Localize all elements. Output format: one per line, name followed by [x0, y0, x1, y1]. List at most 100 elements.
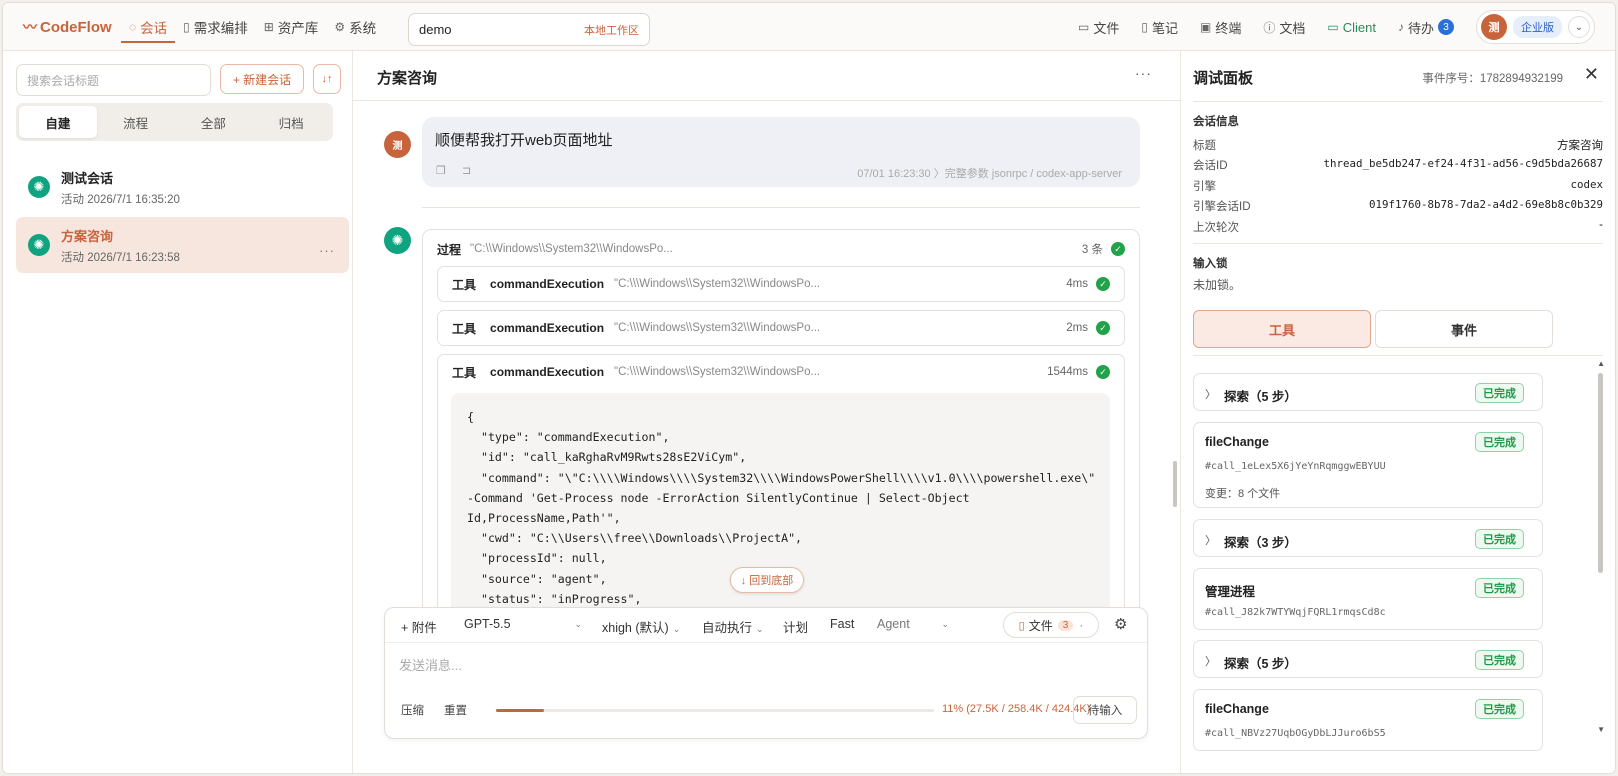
tool-notes[interactable]: ▯ 笔记: [1141, 18, 1178, 37]
tool-kind: 工具: [452, 277, 477, 292]
tab-events[interactable]: 事件: [1375, 310, 1553, 348]
chat-main: 方案咨询 ··· 测 顺便帮我打开web页面地址 ❐ ⊐ 07/01 16:23…: [353, 51, 1180, 773]
openai-icon: ✺: [28, 176, 50, 198]
fast-toggle[interactable]: Fast: [830, 617, 854, 631]
conversation-search-input[interactable]: 搜索会话标题: [16, 64, 211, 96]
check-icon: ✓: [1096, 365, 1110, 379]
chevron-down-icon[interactable]: ⌄: [1568, 16, 1590, 38]
tab-self[interactable]: 自建: [19, 106, 97, 138]
conversation-item[interactable]: ✺ 测试会话 活动 2026/7/1 16:35:20: [16, 159, 349, 215]
conversation-filter-tabs: 自建 流程 全部 归档: [16, 103, 333, 141]
conversation-item-active[interactable]: ✺ 方案咨询 活动 2026/7/1 16:23:58 ···: [16, 217, 349, 273]
check-icon: ✓: [1111, 242, 1125, 256]
tool-name: commandExecution: [490, 277, 605, 291]
process-count: 3 条: [1081, 244, 1103, 256]
file-icon: ▯: [1018, 619, 1025, 632]
tool-card[interactable]: 〉探索（5 步） 已完成: [1193, 373, 1543, 411]
scroll-to-bottom-button[interactable]: ↓ 回到底部: [730, 567, 804, 593]
more-icon[interactable]: ···: [319, 243, 335, 258]
workspace-selector[interactable]: demo 本地工作区: [408, 13, 650, 46]
tool-label: 文档: [1279, 20, 1306, 36]
settings-gear-icon[interactable]: ⚙: [1114, 615, 1127, 633]
message-meta[interactable]: 07/01 16:23:30 〉完整参数 jsonrpc / codex-app…: [857, 165, 1122, 181]
send-button[interactable]: 待输入: [1073, 696, 1137, 724]
process-header[interactable]: 过程 "C:\\Windows\\System32\\WindowsPo... …: [437, 238, 1125, 260]
tool-card[interactable]: 〉探索（3 步） 已完成: [1193, 519, 1543, 557]
reset-button[interactable]: 重置: [444, 702, 467, 718]
tool-call-row[interactable]: 工具 commandExecution "C:\\\Windows\\Syste…: [437, 266, 1125, 302]
tool-terminal[interactable]: ▣ 终端: [1200, 18, 1241, 37]
todo-count-badge: 3: [1438, 19, 1454, 35]
context-usage-text: 11% (27.5K / 258.4K / 424.4K): [942, 703, 1091, 715]
status-badge: 已完成: [1475, 699, 1524, 719]
tab-tools[interactable]: 工具: [1193, 310, 1371, 348]
conversation-time: 活动 2026/7/1 16:35:20: [61, 193, 180, 206]
divider: [1193, 101, 1603, 102]
scrollbar[interactable]: [1598, 373, 1603, 573]
reply-icon[interactable]: ⊐: [462, 164, 471, 177]
tool-path: "C:\\\Windows\\System32\\WindowsPo...: [614, 278, 821, 290]
new-conversation-button[interactable]: + 新建会话: [220, 64, 304, 94]
composer-toolbar: + 附件 GPT-5.5 ⌄ xhigh (默认) ⌄ 自动执行 ⌄ 计划 Fast …: [385, 608, 1147, 643]
tool-client[interactable]: ▭ Client: [1327, 20, 1376, 35]
model-select[interactable]: GPT-5.5 ⌄: [464, 617, 582, 631]
chevron-down-icon: ⌄: [672, 624, 681, 634]
user-message-text: 顺便帮我打开web页面地址: [435, 132, 613, 149]
process-path: "C:\\Windows\\System32\\WindowsPo...: [470, 243, 673, 255]
user-message: 顺便帮我打开web页面地址 ❐ ⊐ 07/01 16:23:30 〉完整参数 j…: [422, 117, 1140, 187]
files-button[interactable]: ▯ 文件 3 ·: [1003, 612, 1099, 638]
new-conversation-label: + 新建会话: [232, 72, 292, 87]
close-icon[interactable]: ✕: [1584, 64, 1599, 85]
nav-system[interactable]: ⚙ 系统: [326, 3, 384, 51]
tool-card[interactable]: 〉探索（5 步） 已完成: [1193, 640, 1543, 678]
tool-card[interactable]: fileChange 已完成 #call_NBVz27UqbOGyDbLJJuro6…: [1193, 689, 1543, 751]
top-bar: 〰 CodeFlow ◌ 会话 ▯ 需求编排 ⊞ 资产库 ⚙ 系统 demo 本地工作区 …: [3, 3, 1615, 51]
divider: [1193, 355, 1603, 356]
compress-button[interactable]: 压缩: [401, 702, 424, 718]
tool-call-row[interactable]: 工具 commandExecution "C:\\\Windows\\Syste…: [437, 310, 1125, 346]
attach-button[interactable]: + 附件: [401, 617, 437, 636]
info-key: 标题: [1193, 140, 1216, 152]
nav-assets[interactable]: ⊞ 资产库: [256, 3, 327, 51]
tab-archive[interactable]: 归档: [252, 106, 330, 138]
more-icon[interactable]: ···: [1135, 65, 1152, 81]
tool-card[interactable]: fileChange 已完成 #call_1eLex5X6jYeYnRqmggwEB…: [1193, 422, 1543, 508]
check-icon: ✓: [1096, 277, 1110, 291]
tab-flow[interactable]: 流程: [97, 106, 175, 138]
copy-icon[interactable]: ❐: [436, 164, 446, 177]
tool-todo[interactable]: ♪ 待办 3: [1398, 18, 1454, 37]
debug-panel: 调试面板 事件序号：1782894932199 ✕ 会话信息 标题 方案咨询 会话…: [1180, 51, 1615, 773]
scroll-down-icon[interactable]: ▼: [1597, 725, 1605, 734]
agent-select[interactable]: Agent ⌄: [877, 617, 949, 631]
scroll-up-icon[interactable]: ▲: [1597, 359, 1605, 368]
chevron-right-icon: 〉: [1205, 656, 1216, 668]
info-key: 上次轮次: [1193, 222, 1239, 234]
tool-docs[interactable]: ⓘ 文档: [1263, 18, 1305, 37]
composer-footer: 压缩 重置 11% (27.5K / 258.4K / 424.4K) 待输入: [401, 696, 1137, 724]
tab-all[interactable]: 全部: [175, 106, 253, 138]
scrollbar[interactable]: [1173, 461, 1177, 507]
effort-select[interactable]: xhigh (默认) ⌄: [602, 617, 680, 636]
info-row: 上次轮次 -: [1193, 219, 1603, 235]
tool-card[interactable]: 管理进程 已完成 #call_J82k7WTYWqjFQRL1rmqsCd8c: [1193, 568, 1543, 630]
info-row: 引擎 codex: [1193, 178, 1603, 194]
info-row: 会话ID thread_be5db247-ef24-4f31-ad56-c9d5b…: [1193, 157, 1603, 173]
input-lock-value: 未加锁。: [1193, 278, 1242, 292]
chat-icon: ◌: [129, 20, 137, 34]
tool-call-header[interactable]: 工具 commandExecution "C:\\\Windows\\Syste…: [452, 355, 1110, 389]
sort-icon[interactable]: ↓↑: [313, 64, 341, 94]
tool-files[interactable]: ▭ 文件: [1078, 18, 1119, 37]
nav-requirements[interactable]: ▯ 需求编排: [175, 3, 256, 51]
plan-toggle[interactable]: 计划: [783, 617, 808, 636]
info-key: 会话ID: [1193, 160, 1228, 172]
conversation-text: 测试会话 活动 2026/7/1 16:35:20: [61, 168, 180, 207]
user-menu[interactable]: 测 企业版 ⌄: [1476, 10, 1595, 44]
status-badge: 已完成: [1475, 578, 1524, 598]
brand-logo[interactable]: 〰 CodeFlow: [23, 17, 112, 37]
folder-icon: ▭: [1078, 20, 1090, 34]
mode-select[interactable]: 自动执行 ⌄: [702, 617, 764, 636]
tool-output-code: { "type": "commandExecution", "id": "cal…: [451, 393, 1110, 628]
info-key: 引擎会话ID: [1193, 201, 1251, 213]
nav-chat[interactable]: ◌ 会话: [121, 3, 176, 51]
message-input[interactable]: 发送消息...: [399, 655, 462, 674]
